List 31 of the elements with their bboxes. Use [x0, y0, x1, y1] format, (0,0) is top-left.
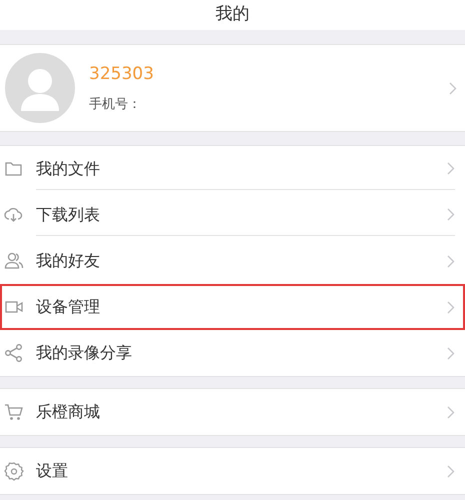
chevron-right-icon: [447, 464, 455, 478]
menu-label: 下载列表: [36, 204, 101, 226]
menu-label: 设备管理: [36, 296, 101, 318]
share-icon: [4, 343, 24, 363]
menu-item[interactable]: 我的文件: [0, 146, 465, 192]
profile-card[interactable]: 325303 手机号：: [0, 44, 465, 132]
phone-label: 手机号：: [89, 96, 141, 114]
menu-item[interactable]: 乐橙商城: [0, 389, 465, 435]
menu-item[interactable]: 下载列表: [0, 192, 465, 238]
user-id: 325303: [89, 62, 155, 86]
menu-item[interactable]: 设备管理: [0, 284, 465, 330]
menu-label: 我的好友: [36, 250, 101, 272]
menu-label: 我的文件: [36, 158, 101, 180]
chevron-right-icon: [447, 254, 455, 268]
chevron-right-icon: [447, 346, 455, 360]
people-icon: [4, 251, 24, 271]
chevron-right-icon: [447, 406, 455, 418]
cart-icon: [4, 402, 24, 422]
menu-label: 设置: [36, 460, 69, 482]
menu-item[interactable]: 我的录像分享: [0, 330, 465, 376]
menu-item[interactable]: 设置: [0, 448, 465, 494]
menu-item[interactable]: 我的好友: [0, 238, 465, 284]
chevron-right-icon: [447, 162, 455, 175]
avatar-icon: [5, 53, 75, 123]
chevron-right-icon: [447, 300, 455, 314]
page-title: 我的: [216, 3, 250, 26]
menu-label: 乐橙商城: [36, 401, 101, 423]
chevron-right-icon: [449, 82, 457, 94]
settings-icon: [4, 461, 24, 481]
chevron-right-icon: [447, 208, 455, 221]
menu-label: 我的录像分享: [36, 342, 133, 364]
